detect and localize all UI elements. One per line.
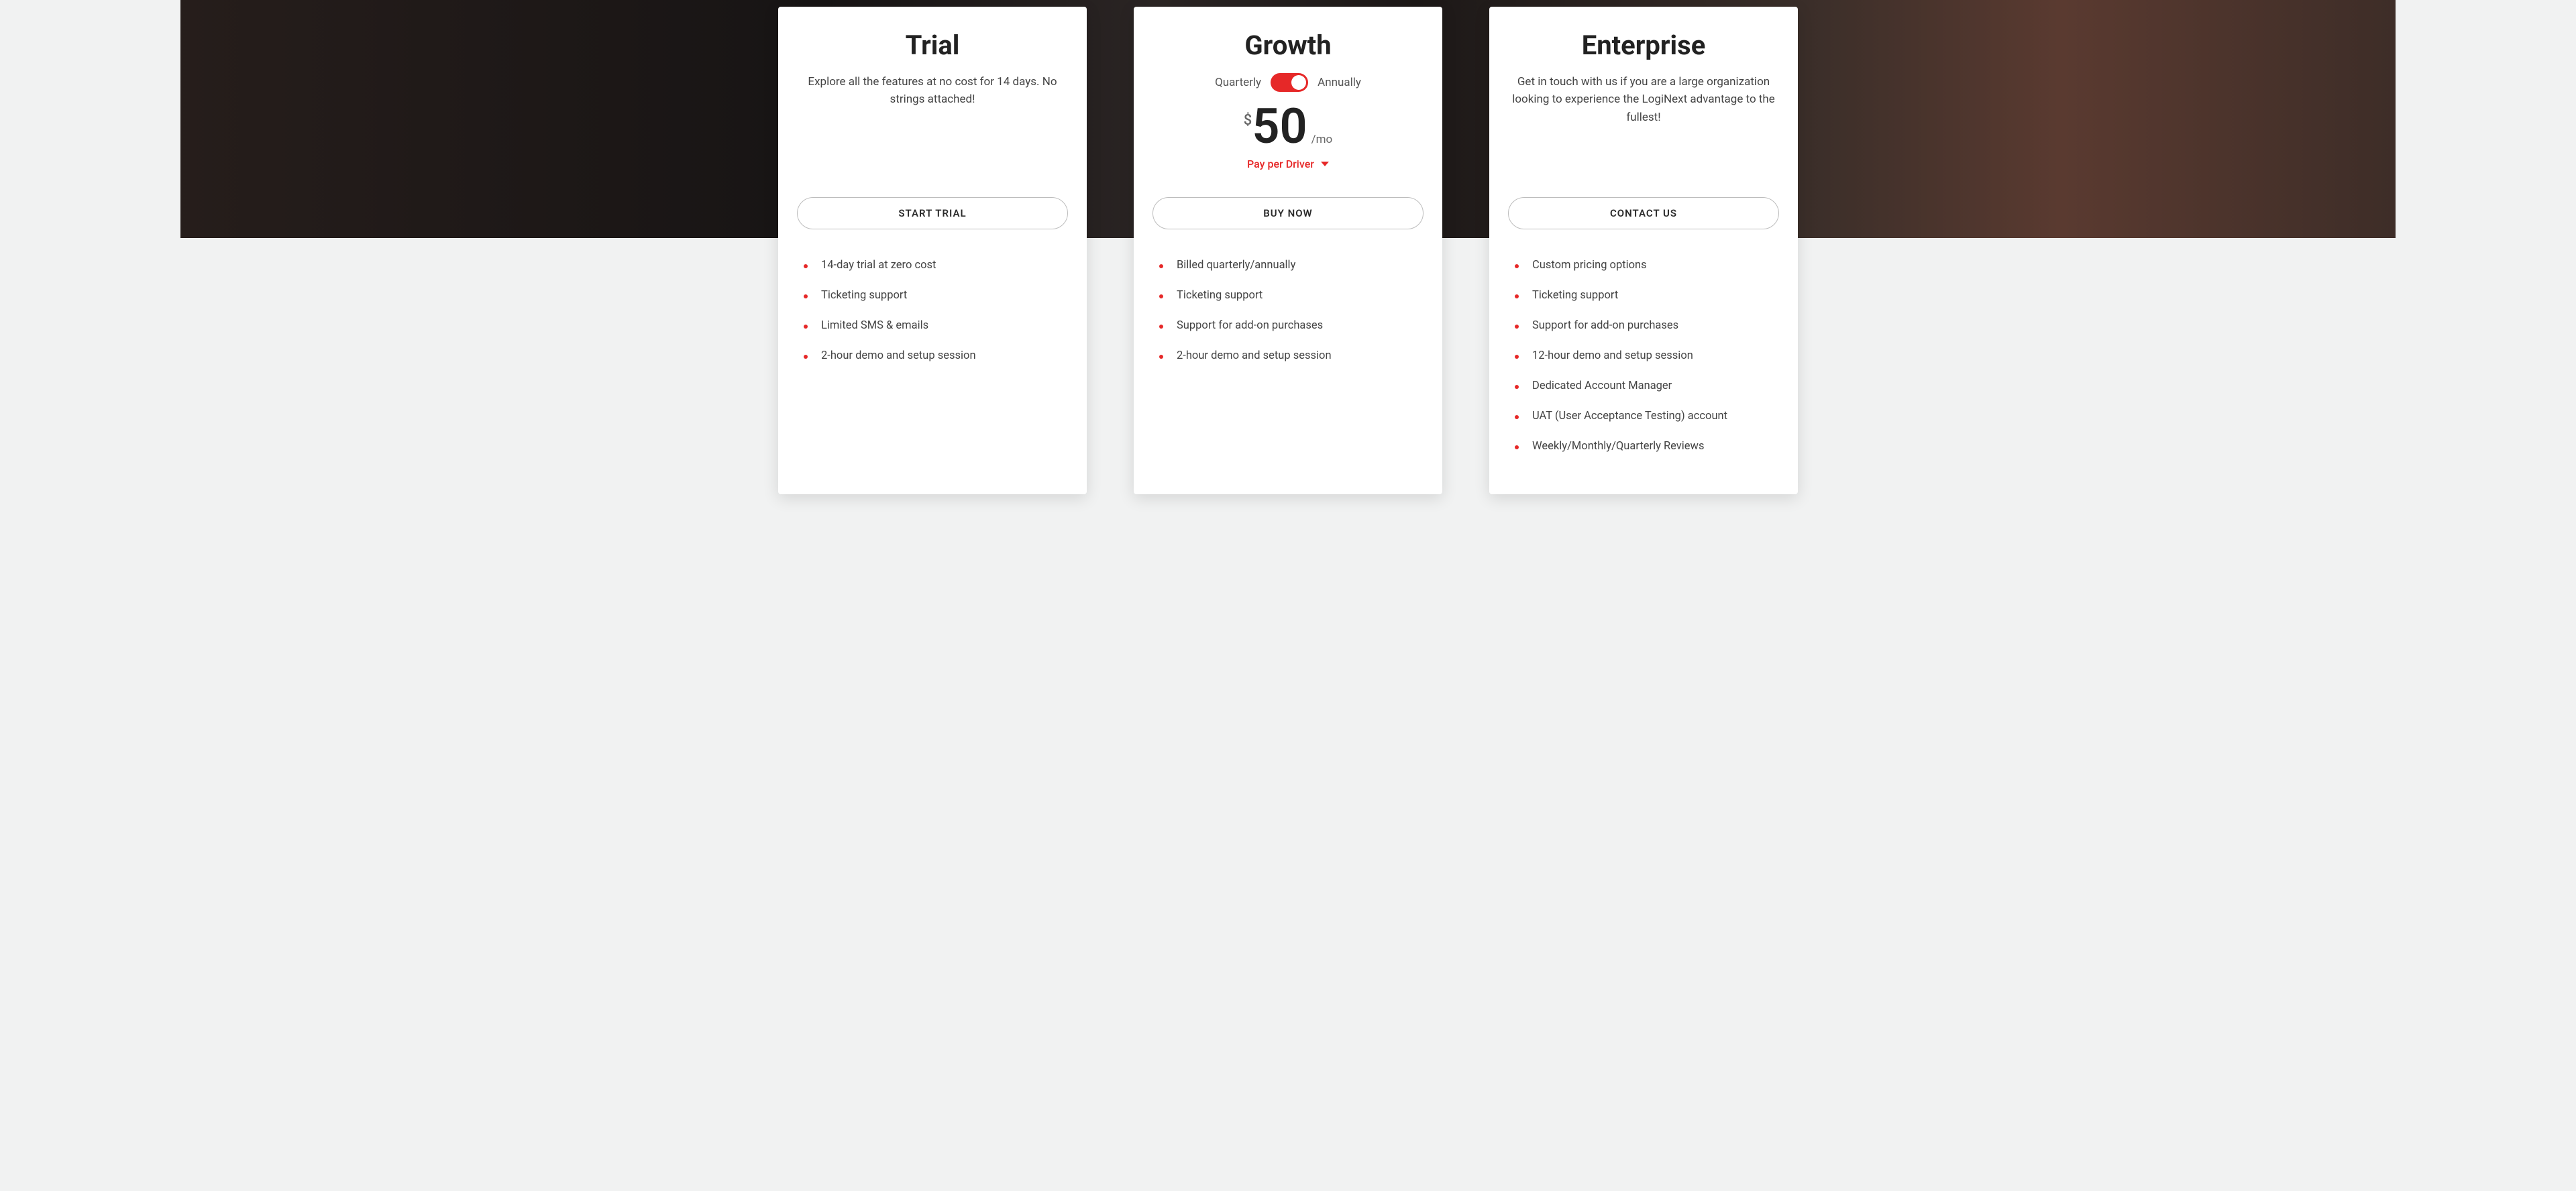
pricing-row: Trial Explore all the features at no cos… bbox=[0, 0, 2576, 521]
feature-item: Billed quarterly/annually bbox=[1157, 259, 1424, 272]
billing-toggle-quarterly-label: Quarterly bbox=[1215, 76, 1261, 89]
feature-item: Custom pricing options bbox=[1512, 259, 1779, 272]
feature-item: 12-hour demo and setup session bbox=[1512, 349, 1779, 362]
price-currency: $ bbox=[1244, 112, 1252, 129]
price-amount: 50 bbox=[1252, 103, 1307, 151]
plan-growth-title: Growth bbox=[1152, 30, 1424, 61]
plan-enterprise-features: Custom pricing options Ticketing support… bbox=[1508, 259, 1779, 470]
plan-trial-title: Trial bbox=[797, 30, 1068, 61]
plan-growth-price: $ 50 /mo bbox=[1152, 103, 1424, 151]
feature-item: UAT (User Acceptance Testing) account bbox=[1512, 410, 1779, 422]
plan-trial-desc: Explore all the features at no cost for … bbox=[797, 73, 1068, 109]
chevron-down-icon bbox=[1321, 162, 1329, 166]
feature-item: 2-hour demo and setup session bbox=[1157, 349, 1424, 362]
feature-item: Support for add-on purchases bbox=[1512, 319, 1779, 332]
plan-enterprise-title: Enterprise bbox=[1508, 30, 1779, 61]
buy-now-button[interactable]: BUY NOW bbox=[1152, 197, 1424, 229]
billing-toggle-knob bbox=[1291, 75, 1306, 90]
contact-us-button[interactable]: CONTACT US bbox=[1508, 197, 1779, 229]
plan-enterprise-desc: Get in touch with us if you are a large … bbox=[1508, 73, 1779, 126]
plan-card-growth: Growth Quarterly Annually $ 50 /mo Pay p… bbox=[1134, 7, 1442, 494]
feature-item: Weekly/Monthly/Quarterly Reviews bbox=[1512, 440, 1779, 453]
start-trial-button[interactable]: START TRIAL bbox=[797, 197, 1068, 229]
plan-card-trial: Trial Explore all the features at no cos… bbox=[778, 7, 1087, 494]
plan-trial-upper: Trial Explore all the features at no cos… bbox=[797, 30, 1068, 197]
billing-toggle-annually-label: Annually bbox=[1318, 76, 1361, 89]
billing-toggle[interactable] bbox=[1271, 73, 1308, 92]
plan-trial-features: 14-day trial at zero cost Ticketing supp… bbox=[797, 259, 1068, 380]
feature-item: Ticketing support bbox=[1157, 289, 1424, 302]
plan-growth-upper: Growth Quarterly Annually $ 50 /mo Pay p… bbox=[1152, 30, 1424, 197]
feature-item: Ticketing support bbox=[1512, 289, 1779, 302]
feature-item: Limited SMS & emails bbox=[801, 319, 1068, 332]
feature-item: Support for add-on purchases bbox=[1157, 319, 1424, 332]
pay-per-driver-label: Pay per Driver bbox=[1247, 158, 1314, 170]
plan-growth-features: Billed quarterly/annually Ticketing supp… bbox=[1152, 259, 1424, 380]
feature-item: 14-day trial at zero cost bbox=[801, 259, 1068, 272]
feature-item: Ticketing support bbox=[801, 289, 1068, 302]
pay-per-driver-dropdown[interactable]: Pay per Driver bbox=[1152, 158, 1424, 170]
price-period: /mo bbox=[1311, 133, 1333, 146]
feature-item: Dedicated Account Manager bbox=[1512, 380, 1779, 392]
billing-toggle-row: Quarterly Annually bbox=[1152, 73, 1424, 92]
feature-item: 2-hour demo and setup session bbox=[801, 349, 1068, 362]
plan-enterprise-upper: Enterprise Get in touch with us if you a… bbox=[1508, 30, 1779, 197]
plan-card-enterprise: Enterprise Get in touch with us if you a… bbox=[1489, 7, 1798, 494]
